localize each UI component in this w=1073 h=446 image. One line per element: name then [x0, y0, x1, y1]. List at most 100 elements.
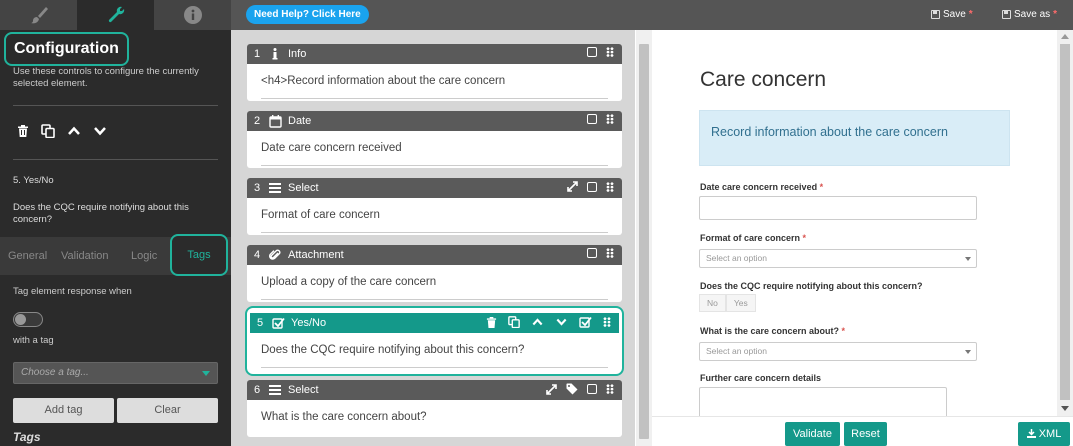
add-tag-button[interactable]: Add tag	[13, 398, 114, 423]
tag-icon[interactable]	[566, 383, 578, 395]
info-icon	[268, 47, 282, 61]
wrench-icon	[108, 6, 124, 23]
floppy-icon	[1002, 10, 1011, 19]
tab-configure[interactable]	[77, 0, 154, 30]
checkbox-icon[interactable]	[587, 181, 597, 192]
expand-icon[interactable]	[546, 383, 557, 395]
date-input[interactable]	[699, 196, 977, 220]
element-card-header[interactable]: 3 Select	[247, 178, 622, 198]
drag-handle-icon[interactable]	[606, 248, 614, 258]
reset-button[interactable]: Reset	[844, 422, 887, 446]
field-label: Date care concern received *	[700, 182, 824, 192]
validate-button[interactable]: Validate	[785, 422, 840, 446]
element-card-body: <h4>Record information about the care co…	[247, 64, 622, 101]
info-icon	[183, 6, 202, 24]
element-card[interactable]: 4 Attachment Upload a copy of the care c…	[247, 245, 622, 302]
element-list-scrollbar[interactable]	[636, 30, 652, 446]
top-bar: Need Help? Click Here Save * Save as *	[0, 0, 1073, 30]
element-card-body: Upload a copy of the care concern	[247, 265, 622, 302]
checkbox-icon[interactable]	[587, 248, 597, 258]
builder-tabs	[0, 0, 231, 30]
checkbox-icon[interactable]	[587, 384, 597, 394]
yes-no-toggle: No Yes	[699, 294, 756, 312]
chevron-up-icon[interactable]	[531, 317, 544, 327]
element-card-selected[interactable]: 5 Yes/No Does the CQC require notifying …	[245, 306, 624, 376]
caret-down-icon	[965, 257, 971, 261]
concern-about-select[interactable]: Select an option	[699, 342, 977, 361]
need-help-button[interactable]: Need Help? Click Here	[246, 5, 369, 24]
paintbrush-icon	[30, 7, 48, 24]
element-number: 6	[254, 384, 261, 396]
element-type: Select	[288, 384, 319, 396]
save-as-label: Save as	[1014, 9, 1051, 20]
element-card-body: Does the CQC require notifying about thi…	[247, 333, 622, 370]
chevron-down-icon[interactable]	[555, 317, 568, 327]
element-card-header[interactable]: 5 Yes/No	[250, 313, 619, 333]
tab-general[interactable]: General	[8, 237, 47, 275]
with-tag-label: with a tag	[13, 335, 54, 346]
tag-toggle[interactable]	[13, 312, 43, 327]
checkbox-icon[interactable]	[587, 47, 597, 57]
element-card-header[interactable]: 2 Date	[247, 111, 622, 131]
element-card-body: Date care concern received	[247, 131, 622, 168]
trash-icon[interactable]	[486, 316, 497, 328]
drag-handle-icon[interactable]	[606, 181, 614, 192]
unsaved-marker: *	[1053, 9, 1058, 20]
tab-style[interactable]	[0, 0, 77, 30]
tab-tags[interactable]: Tags	[170, 234, 228, 276]
field-label: What is the care concern about? *	[700, 326, 846, 336]
no-option[interactable]: No	[699, 294, 726, 312]
field-label: Does the CQC require notifying about thi…	[700, 281, 923, 291]
element-card-header[interactable]: 4 Attachment	[247, 245, 622, 265]
tab-validation[interactable]: Validation	[61, 237, 109, 275]
field-label: Further care concern details	[700, 373, 822, 383]
configuration-title: Configuration	[4, 32, 129, 66]
expand-icon[interactable]	[567, 181, 578, 192]
element-card[interactable]: 6 Select What is the care concern about?	[247, 380, 622, 437]
element-card-header[interactable]: 1 Info	[247, 44, 622, 64]
chevron-down-icon[interactable]	[93, 125, 107, 137]
element-card-body: Format of care concern	[247, 198, 622, 235]
copy-icon[interactable]	[508, 316, 520, 328]
element-number: 4	[254, 249, 261, 261]
download-icon	[1026, 429, 1036, 438]
chevron-up-icon[interactable]	[67, 125, 81, 137]
trash-icon[interactable]	[17, 125, 29, 137]
drag-handle-icon[interactable]	[603, 317, 611, 327]
choose-tag-select[interactable]: Choose a tag...	[13, 362, 218, 384]
tab-logic[interactable]: Logic	[131, 237, 157, 275]
configuration-description: Use these controls to configure the curr…	[13, 66, 199, 89]
tab-info[interactable]	[154, 0, 231, 30]
element-text: Does the CQC require notifying about thi…	[261, 344, 525, 356]
divider	[13, 159, 218, 160]
drag-handle-icon[interactable]	[606, 114, 614, 124]
form-preview: Care concern Record information about th…	[652, 30, 1057, 419]
save-as-button[interactable]: Save as *	[1002, 9, 1057, 20]
element-card[interactable]: 1 Info <h4>Record information about the …	[247, 44, 622, 101]
checkbox-icon[interactable]	[587, 114, 597, 124]
list-icon	[268, 181, 282, 195]
preview-scrollbar[interactable]	[1057, 30, 1073, 416]
element-card-header[interactable]: 6 Select	[247, 380, 622, 400]
preview-title: Care concern	[700, 68, 827, 91]
element-type: Yes/No	[291, 317, 327, 329]
element-type: Select	[288, 182, 319, 194]
caret-down-icon	[202, 371, 210, 376]
checkbox-checked-icon[interactable]	[579, 316, 592, 328]
drag-handle-icon[interactable]	[606, 384, 614, 394]
yes-option[interactable]: Yes	[725, 294, 756, 312]
details-textarea[interactable]	[699, 387, 947, 419]
element-toolbar	[17, 124, 107, 138]
format-select[interactable]: Select an option	[699, 249, 977, 268]
unsaved-marker: *	[968, 9, 973, 20]
element-card[interactable]: 2 Date Date care concern received	[247, 111, 622, 168]
element-card[interactable]: 3 Select Format of care concern	[247, 178, 622, 235]
element-text: Format of care concern	[261, 209, 380, 221]
copy-icon[interactable]	[41, 124, 55, 138]
save-button[interactable]: Save *	[931, 9, 973, 20]
xml-button[interactable]: XML	[1018, 422, 1070, 446]
clear-button[interactable]: Clear	[117, 398, 218, 423]
save-label: Save	[943, 9, 966, 20]
drag-handle-icon[interactable]	[606, 47, 614, 57]
element-text: What is the care concern about?	[261, 411, 427, 423]
